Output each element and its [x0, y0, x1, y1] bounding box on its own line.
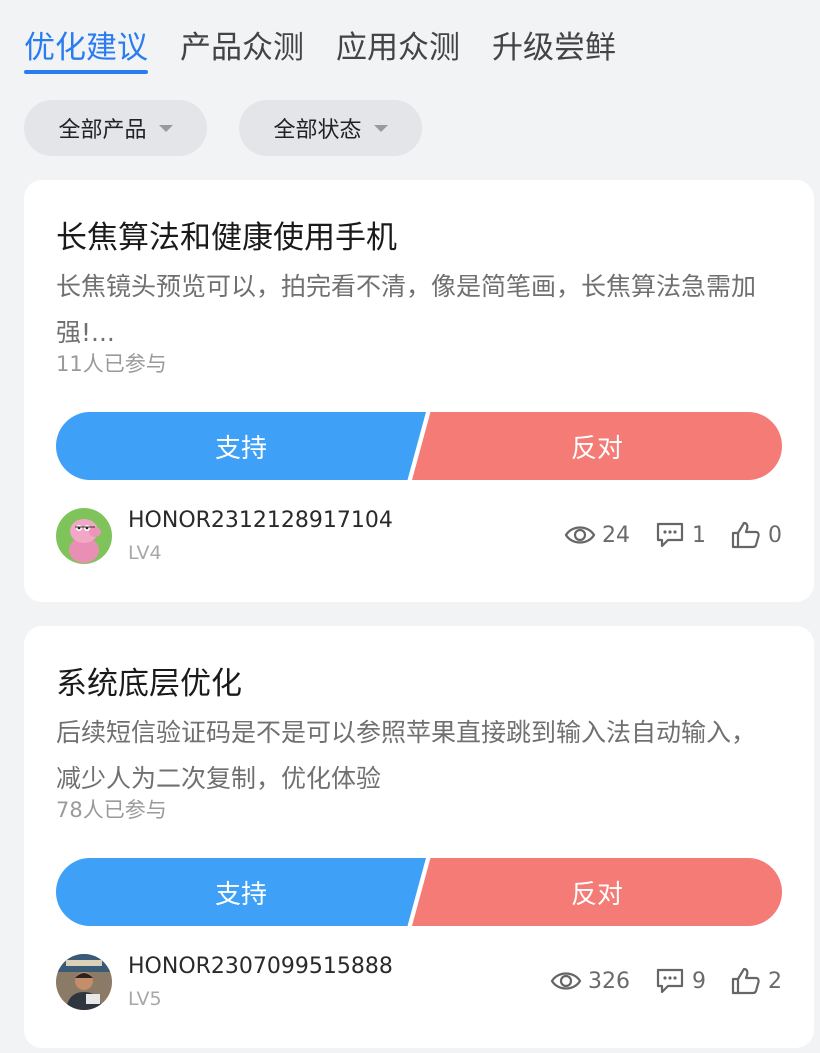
- eye-icon: [550, 972, 582, 990]
- participant-count: 78人已参与: [56, 798, 167, 822]
- user-level: LV4: [128, 542, 162, 564]
- post-description: 长焦镜头预览可以，拍完看不清，像是简笔画，长焦算法急需加强!...: [56, 272, 757, 347]
- suggestion-card[interactable]: 长焦算法和健康使用手机 长焦镜头预览可以，拍完看不清，像是简笔画，长焦算法急需加…: [24, 180, 814, 602]
- comments-count: 9: [692, 968, 706, 994]
- status-filter-dropdown[interactable]: 全部状态: [239, 100, 422, 156]
- likes-count: 0: [768, 522, 782, 548]
- participant-count: 11人已参与: [56, 352, 167, 376]
- oppose-button[interactable]: 反对: [412, 858, 782, 926]
- top-tabs: 优化建议 产品众测 应用众测 升级尝鲜: [24, 26, 648, 74]
- post-title: 系统底层优化: [56, 666, 242, 702]
- post-description: 后续短信验证码是不是可以参照苹果直接跳到输入法自动输入，减少人为二次复制，优化体…: [56, 718, 757, 793]
- tab-product-testing[interactable]: 产品众测: [180, 26, 304, 70]
- views-stat: 24: [564, 520, 630, 550]
- author-row: HONOR2307099515888 LV5 326 9 2: [56, 954, 782, 1012]
- avatar[interactable]: [56, 954, 112, 1010]
- views-count: 326: [588, 968, 630, 994]
- views-stat: 326: [550, 966, 630, 996]
- author-row: HONOR2312128917104 LV4 24 1 0: [56, 508, 782, 566]
- caret-down-icon: [373, 124, 388, 132]
- thumbs-up-icon: [731, 967, 760, 995]
- suggestion-card[interactable]: 系统底层优化 后续短信验证码是不是可以参照苹果直接跳到输入法自动输入，减少人为二…: [24, 626, 814, 1048]
- comments-stat[interactable]: 1: [654, 520, 706, 550]
- vote-bar: 支持 反对: [56, 858, 782, 926]
- tab-optimization[interactable]: 优化建议: [24, 26, 148, 74]
- user-level: LV5: [128, 988, 162, 1010]
- post-stats: 24 1 0: [540, 520, 782, 550]
- caret-down-icon: [158, 124, 173, 132]
- vote-bar: 支持 反对: [56, 412, 782, 480]
- avatar[interactable]: [56, 508, 112, 564]
- product-filter-label: 全部产品: [58, 118, 147, 143]
- status-filter-label: 全部状态: [273, 118, 362, 143]
- comment-icon: [656, 522, 684, 548]
- likes-stat[interactable]: 0: [730, 520, 782, 550]
- tab-upgrade-preview[interactable]: 升级尝鲜: [492, 26, 616, 70]
- post-title: 长焦算法和健康使用手机: [56, 220, 397, 256]
- views-count: 24: [602, 522, 630, 548]
- comments-stat[interactable]: 9: [654, 966, 706, 996]
- comment-icon: [656, 968, 684, 994]
- product-filter-dropdown[interactable]: 全部产品: [24, 100, 207, 156]
- thumbs-up-icon: [731, 521, 760, 549]
- comments-count: 1: [692, 522, 706, 548]
- likes-stat[interactable]: 2: [730, 966, 782, 996]
- username[interactable]: HONOR2307099515888: [128, 954, 393, 979]
- oppose-button[interactable]: 反对: [412, 412, 782, 480]
- tab-app-testing[interactable]: 应用众测: [336, 26, 460, 70]
- filter-bar: 全部产品 全部状态: [24, 100, 454, 156]
- post-stats: 326 9 2: [526, 966, 782, 996]
- username[interactable]: HONOR2312128917104: [128, 508, 393, 533]
- support-button[interactable]: 支持: [56, 858, 426, 926]
- eye-icon: [564, 526, 596, 544]
- likes-count: 2: [768, 968, 782, 994]
- support-button[interactable]: 支持: [56, 412, 426, 480]
